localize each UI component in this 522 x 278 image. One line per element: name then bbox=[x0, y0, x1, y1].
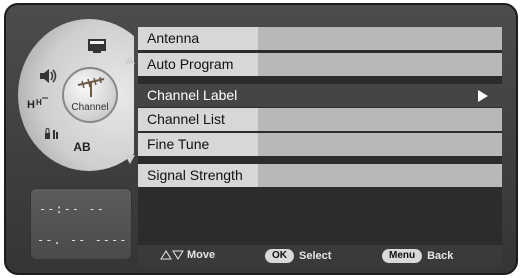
menu-item-channel-label[interactable]: Channel Label bbox=[138, 84, 502, 107]
menu-item-label: Channel List bbox=[138, 108, 258, 131]
clock-date: --. -- ---- bbox=[37, 233, 128, 247]
channel-menu: Antenna Auto Program Channel Label Chann… bbox=[138, 27, 502, 267]
channel-hub: Channel bbox=[62, 67, 118, 123]
submenu-arrow-icon bbox=[478, 90, 488, 102]
select-hint-label: Select bbox=[299, 250, 332, 262]
menu-item-label: Signal Strength bbox=[138, 164, 258, 187]
menu-item-label: Antenna bbox=[138, 27, 258, 50]
menu-item-auto-program[interactable]: Auto Program bbox=[138, 53, 502, 76]
setup-icon[interactable]: HH bbox=[24, 93, 52, 115]
menu-item-signal-strength[interactable]: Signal Strength bbox=[138, 164, 502, 187]
channel-hub-label: Channel bbox=[71, 102, 109, 113]
menu-item-label: Auto Program bbox=[138, 53, 258, 76]
back-hint: Menu Back bbox=[382, 249, 453, 263]
scroll-down-arrow-icon[interactable] bbox=[125, 155, 135, 164]
menu-item-antenna[interactable]: Antenna bbox=[138, 27, 502, 50]
menu-item-fine-tune[interactable]: Fine Tune bbox=[138, 133, 502, 156]
menu-dial: HH AB Channel bbox=[18, 19, 136, 171]
menu-item-label: Fine Tune bbox=[138, 133, 258, 156]
svg-text:H: H bbox=[36, 98, 42, 107]
select-hint: OK Select bbox=[265, 249, 331, 263]
back-hint-label: Back bbox=[427, 250, 454, 262]
help-bar: Move OK Select Menu Back bbox=[138, 245, 502, 267]
ok-key-badge: OK bbox=[265, 249, 294, 263]
ab-input-label: AB bbox=[73, 140, 91, 154]
antenna-icon bbox=[77, 76, 105, 97]
menu-item-channel-list[interactable]: Channel List bbox=[138, 108, 502, 131]
scroll-up-arrow-icon[interactable] bbox=[125, 55, 135, 64]
picture-icon[interactable] bbox=[84, 35, 110, 57]
sound-icon[interactable] bbox=[36, 65, 60, 87]
menu-key-badge: Menu bbox=[382, 249, 423, 263]
move-hint: Move bbox=[160, 249, 215, 261]
clock-display: --:-- -- --. -- ---- bbox=[30, 188, 132, 260]
move-hint-label: Move bbox=[187, 249, 216, 261]
clock-time: --:-- -- bbox=[39, 202, 105, 216]
parental-lock-icon[interactable] bbox=[40, 123, 64, 145]
menu-item-label: Channel Label bbox=[147, 87, 238, 103]
ab-input-icon[interactable]: AB bbox=[68, 137, 96, 157]
svg-text:H: H bbox=[27, 99, 35, 111]
up-down-arrows-icon bbox=[160, 250, 184, 260]
